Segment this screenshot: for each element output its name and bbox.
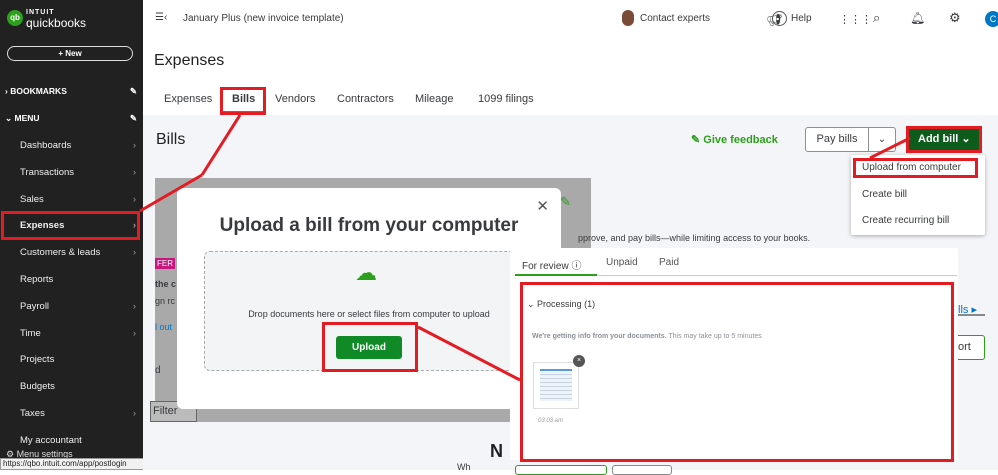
tab-unpaid[interactable]: Unpaid [606,257,638,268]
give-feedback-link[interactable]: ✎ Give feedback [691,133,778,146]
top-bar: ☰‹ January Plus (new invoice template) C… [143,0,998,40]
bg-heading: N [490,441,503,461]
section-title: Bills [156,131,186,148]
bg-button[interactable] [515,465,607,475]
quickbooks-logo: qb [7,10,23,26]
sidebar-item-label: Sales [20,193,44,205]
sidebar-item-my-accountant[interactable]: My accountant [20,435,140,446]
chevron-right-icon: › [132,408,136,419]
status-url: https://qbo.intuit.com/app/postlogin [0,458,148,470]
help-link[interactable]: Help [791,13,812,24]
gear-icon[interactable]: ⚙ [949,10,961,26]
chevron-right-icon: › [132,193,136,205]
pencil-icon[interactable]: ✎ [130,113,137,124]
company-name: January Plus (new invoice template) [183,13,344,24]
bg-text: the c [155,279,177,289]
annotation-box [220,87,266,115]
menu-create-bill[interactable]: Create bill [851,189,907,200]
apps-grid-icon[interactable]: ⋮⋮⋮ [839,13,872,26]
sidebar-item-transactions[interactable]: Transactions › [20,167,140,178]
sidebar-item-sales[interactable]: Sales › [20,194,140,205]
sidebar-item-label: Reports [20,274,54,285]
tab-mileage[interactable]: Mileage [415,93,454,105]
sidebar-item-label: Budgets [20,381,55,393]
annotation-box [853,158,978,178]
sidebar-item-payroll[interactable]: Payroll › [20,301,140,312]
sidebar-item-reports[interactable]: Reports [20,274,140,285]
pay-bills-button[interactable]: Pay bills [805,127,869,152]
menu-section[interactable]: ⌄ MENU ✎ [5,113,137,124]
collapse-menu-icon[interactable]: ☰‹ [155,12,167,23]
annotation-box [1,211,140,240]
sidebar-item-label: My accountant [20,434,82,446]
modal-title: Upload a bill from your computer [219,215,519,236]
chevron-right-icon: › [132,247,136,259]
menu-label: MENU [14,113,40,123]
drop-instructions: Drop documents here or select files from… [248,309,490,319]
pencil-icon[interactable]: ✎ [130,86,137,97]
chevron-right-icon: › [132,140,136,151]
bg-button[interactable] [612,465,672,475]
bg-link[interactable]: l out [155,322,172,332]
page-title: Expenses [154,52,225,69]
sidebar-item-budgets[interactable]: Budgets [20,381,140,392]
close-icon[interactable]: ✕ [536,197,549,215]
menu-create-recurring-bill[interactable]: Create recurring bill [851,215,949,226]
bookmarks-label: BOOKMARKS [10,86,67,96]
chevron-right-icon: › [132,327,136,339]
brand-intuit: INTUIT [26,9,55,16]
tab-expenses[interactable]: Expenses [164,93,212,105]
tab-paid[interactable]: Paid [659,257,679,268]
feedback-icon: ✎ [560,194,571,209]
sidebar-item-taxes[interactable]: Taxes › [20,408,140,419]
sidebar-item-customers-leads[interactable]: Customers & leads › [20,247,140,258]
chevron-right-icon: › [132,166,136,178]
sidebar-item-label: Transactions [20,166,75,178]
search-icon[interactable]: ⌕ [873,10,880,26]
feedback-icon: ✎ [691,134,704,146]
tab-contractors[interactable]: Contractors [337,93,394,105]
sidebar-item-dashboards[interactable]: Dashboards › [20,140,140,151]
new-button[interactable]: + New [7,46,133,61]
sidebar-item-label: Time [20,327,41,339]
info-icon: ⓘ [571,261,582,272]
offer-badge: FER [155,258,175,269]
sidebar-item-label: Projects [20,354,55,366]
tab-1099-filings[interactable]: 1099 filings [478,93,534,105]
bills-description: pprove, and pay bills—while limiting acc… [578,233,811,243]
bg-text: gn rc [155,296,176,306]
tab-vendors[interactable]: Vendors [275,93,315,105]
annotation-box [322,322,418,372]
bg-text: d [155,365,161,376]
user-avatar[interactable]: C [985,11,998,27]
annotation-box [520,282,954,462]
sidebar-item-label: Payroll [20,300,50,312]
pay-bills-dropdown-chevron-icon[interactable]: ⌄ [869,127,896,152]
contact-experts-link[interactable]: Contact experts [640,13,710,24]
cloud-upload-icon: ☁︎ [355,260,377,285]
sidebar-item-label: Taxes [20,408,45,419]
tab-for-review[interactable]: For review ⓘ [522,257,581,272]
brand-name: quickbooks [26,16,87,30]
bg-text: Wh [457,462,471,472]
sidebar-item-time[interactable]: Time › [20,328,140,339]
sidebar-item-projects[interactable]: Projects [20,354,140,365]
bell-icon[interactable]: 🔔︎ [910,11,925,25]
expert-avatar-icon [622,10,634,26]
annotation-box [906,126,982,153]
bookmarks-section[interactable]: › BOOKMARKS ✎ [5,86,137,97]
sidebar-item-label: Customers & leads [20,247,101,259]
chevron-right-icon: › [132,300,136,312]
help-icon[interactable]: ? [772,11,787,26]
sidebar-item-label: Dashboards [20,140,72,151]
